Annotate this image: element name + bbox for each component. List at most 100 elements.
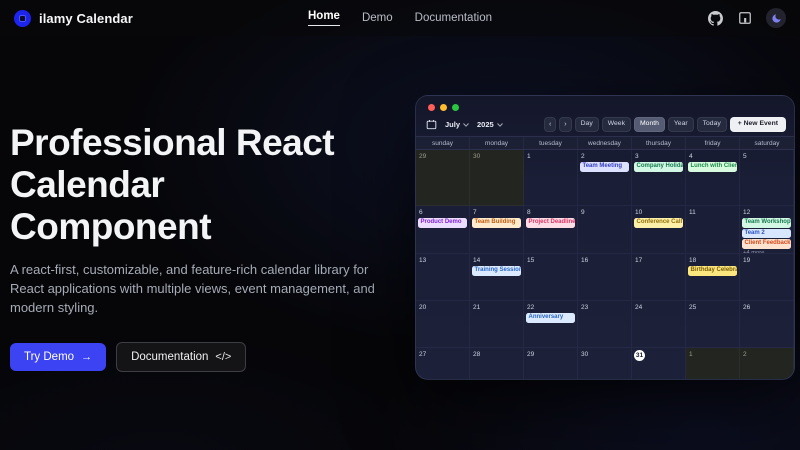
today-button[interactable]: Today bbox=[697, 117, 727, 132]
day-number: 20 bbox=[416, 301, 469, 312]
calendar-event[interactable]: Team Building bbox=[472, 218, 521, 228]
documentation-label: Documentation bbox=[131, 351, 208, 363]
calendar-day-cell[interactable]: 29 bbox=[416, 150, 470, 206]
window-controls bbox=[416, 96, 794, 113]
calendar-day-cell[interactable]: 18Birthday Celebration bbox=[686, 254, 740, 301]
calendar-event[interactable]: Team Workshop bbox=[742, 218, 791, 228]
calendar-day-cell[interactable]: 26 bbox=[740, 301, 794, 348]
calendar-day-cell[interactable]: 17 bbox=[632, 254, 686, 301]
nav-link-demo[interactable]: Demo bbox=[362, 12, 393, 24]
day-number: 17 bbox=[632, 254, 685, 265]
moon-icon bbox=[771, 13, 782, 24]
day-number: 26 bbox=[740, 301, 793, 312]
calendar-day-cell[interactable]: 16 bbox=[578, 254, 632, 301]
calendar-day-cell[interactable]: 5 bbox=[740, 150, 794, 206]
npm-icon[interactable] bbox=[736, 9, 754, 27]
weekday-header: sunday monday tuesday wednesday thursday… bbox=[416, 136, 794, 150]
calendar-day-cell[interactable]: 13 bbox=[416, 254, 470, 301]
new-event-button[interactable]: + New Event bbox=[730, 117, 786, 133]
calendar-day-cell[interactable]: 30 bbox=[470, 150, 524, 206]
weekday-label: friday bbox=[686, 137, 740, 149]
calendar-event[interactable]: Anniversary bbox=[526, 313, 575, 323]
calendar-day-cell[interactable]: 30 bbox=[578, 348, 632, 380]
day-number: 23 bbox=[578, 301, 631, 312]
calendar-day-cell[interactable]: 22Anniversary bbox=[524, 301, 578, 348]
view-year-button[interactable]: Year bbox=[668, 117, 694, 132]
view-week-button[interactable]: Week bbox=[602, 117, 631, 132]
calendar-preview-window: July 2025 ‹ › Day Week Month Year Today … bbox=[415, 95, 795, 380]
calendar-day-cell[interactable]: 20 bbox=[416, 301, 470, 348]
calendar-day-cell[interactable]: 1 bbox=[686, 348, 740, 380]
nav-link-documentation[interactable]: Documentation bbox=[415, 12, 492, 24]
calendar-day-cell[interactable]: 10Conference Call bbox=[632, 206, 686, 254]
close-window-icon[interactable] bbox=[428, 104, 435, 111]
calendar-day-cell[interactable]: 11 bbox=[686, 206, 740, 254]
calendar-day-cell[interactable]: 28 bbox=[470, 348, 524, 380]
calendar-day-cell[interactable]: 1 bbox=[524, 150, 578, 206]
day-number: 3 bbox=[632, 150, 685, 161]
calendar-toolbar: July 2025 ‹ › Day Week Month Year Today … bbox=[416, 113, 794, 136]
day-number: 29 bbox=[524, 348, 577, 359]
calendar-event[interactable]: Company Holiday bbox=[634, 162, 683, 172]
calendar-day-cell[interactable]: 9 bbox=[578, 206, 632, 254]
nav-link-home[interactable]: Home bbox=[308, 10, 340, 26]
calendar-day-cell[interactable]: 12Team WorkshopTeam 2Client Feedback Ses… bbox=[740, 206, 794, 254]
day-number: 8 bbox=[524, 206, 577, 217]
calendar-event[interactable]: Client Feedback Session bbox=[742, 239, 791, 249]
calendar-day-cell[interactable]: 29 bbox=[524, 348, 578, 380]
calendar-event[interactable]: Product Demo bbox=[418, 218, 467, 228]
weekday-label: sunday bbox=[416, 137, 470, 149]
calendar-event[interactable]: Conference Call bbox=[634, 218, 683, 228]
day-number: 19 bbox=[740, 254, 793, 265]
weekday-label: monday bbox=[470, 137, 524, 149]
hero-subtitle: A react-first, customizable, and feature… bbox=[10, 261, 378, 318]
weekday-label: thursday bbox=[632, 137, 686, 149]
brand-name: ilamy Calendar bbox=[39, 11, 133, 26]
theme-toggle[interactable] bbox=[766, 8, 786, 28]
calendar-event[interactable]: Lunch with Client bbox=[688, 162, 737, 172]
month-select[interactable]: July bbox=[445, 120, 469, 129]
calendar-day-cell[interactable]: 19 bbox=[740, 254, 794, 301]
day-number: 13 bbox=[416, 254, 469, 265]
chevron-down-icon bbox=[497, 123, 503, 127]
calendar-day-cell[interactable]: 24 bbox=[632, 301, 686, 348]
year-select[interactable]: 2025 bbox=[477, 120, 503, 129]
prev-button[interactable]: ‹ bbox=[544, 117, 556, 132]
view-month-button[interactable]: Month bbox=[634, 117, 665, 132]
day-number: 21 bbox=[470, 301, 523, 312]
calendar-event[interactable]: Team 2 bbox=[742, 229, 791, 239]
next-button[interactable]: › bbox=[559, 117, 571, 132]
day-number: 16 bbox=[578, 254, 631, 265]
calendar-day-cell[interactable]: 2Team Meeting bbox=[578, 150, 632, 206]
calendar-day-cell[interactable]: 3Company Holiday bbox=[632, 150, 686, 206]
calendar-day-cell[interactable]: 2 bbox=[740, 348, 794, 380]
maximize-window-icon[interactable] bbox=[452, 104, 459, 111]
day-number: 9 bbox=[578, 206, 631, 217]
calendar-event[interactable]: Training Session bbox=[472, 266, 521, 276]
day-number: 27 bbox=[416, 348, 469, 359]
calendar-event[interactable]: Birthday Celebration bbox=[688, 266, 737, 276]
calendar-day-cell[interactable]: 15 bbox=[524, 254, 578, 301]
calendar-day-cell[interactable]: 31 bbox=[632, 348, 686, 380]
day-number: 1 bbox=[686, 348, 739, 359]
calendar-day-cell[interactable]: 21 bbox=[470, 301, 524, 348]
calendar-day-cell[interactable]: 23 bbox=[578, 301, 632, 348]
view-day-button[interactable]: Day bbox=[575, 117, 599, 132]
calendar-day-cell[interactable]: 27 bbox=[416, 348, 470, 380]
day-number: 10 bbox=[632, 206, 685, 217]
github-icon[interactable] bbox=[706, 9, 724, 27]
documentation-button[interactable]: Documentation </> bbox=[116, 342, 246, 372]
calendar-event[interactable]: Project Deadline bbox=[526, 218, 575, 228]
calendar-day-cell[interactable]: 6Product Demo bbox=[416, 206, 470, 254]
day-number: 7 bbox=[470, 206, 523, 217]
minimize-window-icon[interactable] bbox=[440, 104, 447, 111]
calendar-day-cell[interactable]: 25 bbox=[686, 301, 740, 348]
brand[interactable]: ilamy Calendar bbox=[14, 10, 308, 27]
day-number: 12 bbox=[740, 206, 793, 217]
calendar-event[interactable]: Team Meeting bbox=[580, 162, 629, 172]
calendar-day-cell[interactable]: 4Lunch with Client bbox=[686, 150, 740, 206]
calendar-day-cell[interactable]: 8Project Deadline bbox=[524, 206, 578, 254]
try-demo-button[interactable]: Try Demo → bbox=[10, 343, 106, 371]
calendar-day-cell[interactable]: 14Training Session bbox=[470, 254, 524, 301]
calendar-day-cell[interactable]: 7Team Building bbox=[470, 206, 524, 254]
